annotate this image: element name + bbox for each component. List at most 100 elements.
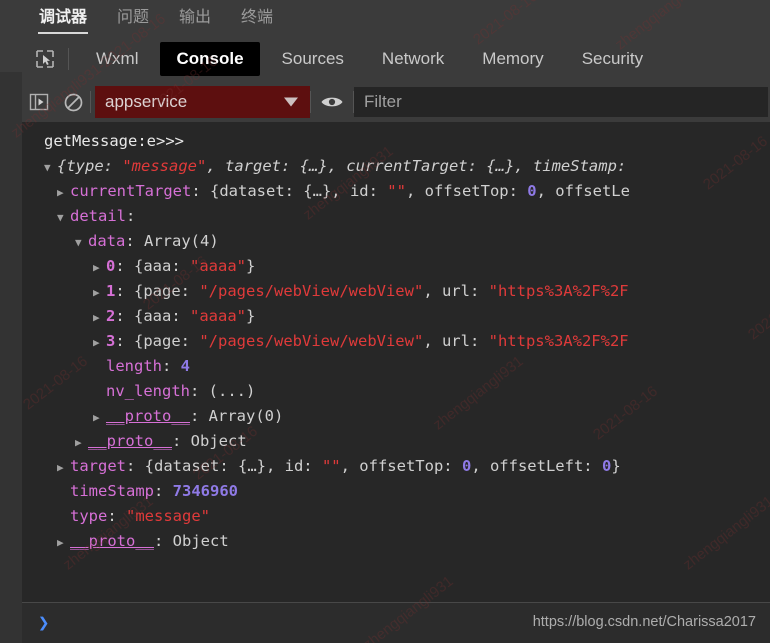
- token: "": [387, 182, 406, 200]
- tab-label: Sources: [282, 49, 344, 68]
- token: }: [246, 307, 255, 325]
- console-tree-line-proto-array[interactable]: ▶__proto__: Array(0): [22, 404, 770, 429]
- token: 7346960: [173, 482, 238, 500]
- tab-label: Security: [582, 49, 643, 68]
- console-tree-line-item-0[interactable]: ▶0: {aaa: "aaaa"}: [22, 254, 770, 279]
- token: : {page:: [115, 282, 199, 300]
- token: , offsetTop:: [406, 182, 527, 200]
- top-tab-output[interactable]: 输出: [164, 0, 226, 30]
- tab-label: Wxml: [96, 49, 138, 68]
- tab-security[interactable]: Security: [566, 42, 659, 76]
- eye-icon: [320, 94, 344, 110]
- token: :: [162, 357, 181, 375]
- left-gutter-prompt: [0, 602, 22, 643]
- token: "https%3A%2F%2F: [489, 282, 629, 300]
- token: , offsetTop:: [341, 457, 462, 475]
- filter-input[interactable]: [354, 87, 768, 117]
- token: "https%3A%2F%2F: [489, 332, 629, 350]
- console-prompt-input[interactable]: [59, 614, 770, 632]
- token: 0: [462, 457, 471, 475]
- console-output[interactable]: getMessage:e>>> ▼{type: "message", targe…: [22, 122, 770, 602]
- console-tree-line-content: 1: {page: "/pages/webView/webView", url:…: [106, 282, 629, 300]
- console-tree-line-content: __proto__: Array(0): [106, 407, 283, 425]
- console-tree-line-proto-detail[interactable]: ▶__proto__: Object: [22, 429, 770, 454]
- console-tree-line-item-3[interactable]: ▶3: {page: "/pages/webView/webView", url…: [22, 329, 770, 354]
- expand-triangle-closed-icon[interactable]: ▶: [93, 330, 106, 354]
- tab-wxml[interactable]: Wxml: [80, 42, 154, 76]
- console-tree-line-type[interactable]: type: "message": [22, 504, 770, 529]
- console-sidebar-icon[interactable]: [22, 82, 56, 122]
- tab-sources[interactable]: Sources: [266, 42, 360, 76]
- token: :: [154, 482, 173, 500]
- expand-triangle-open-icon[interactable]: ▼: [75, 230, 88, 254]
- console-message-header: getMessage:e>>>: [22, 129, 770, 154]
- console-tree-line-content: length: 4: [106, 357, 190, 375]
- token: "/pages/webView/webView": [199, 282, 423, 300]
- console-tree-line-item-1[interactable]: ▶1: {page: "/pages/webView/webView", url…: [22, 279, 770, 304]
- console-tree-line-target[interactable]: ▶target: {dataset: {…}, id: "", offsetTo…: [22, 454, 770, 479]
- console-tree-line-currentTarget[interactable]: ▶currentTarget: {dataset: {…}, id: "", o…: [22, 179, 770, 204]
- expand-triangle-closed-icon[interactable]: ▶: [75, 430, 88, 454]
- clear-console-icon[interactable]: [56, 82, 90, 122]
- token: , url:: [423, 332, 488, 350]
- expand-triangle-closed-icon[interactable]: ▶: [93, 405, 106, 429]
- sidebar-toggle-icon: [29, 93, 49, 111]
- expand-triangle-closed-icon[interactable]: ▶: [93, 255, 106, 279]
- top-tab-debugger[interactable]: 调试器: [24, 0, 102, 30]
- token: nv_length: [106, 382, 190, 400]
- token: : Array(0): [190, 407, 283, 425]
- token: detail: [70, 207, 126, 225]
- console-tree-line-root-preview[interactable]: ▼{type: "message", target: {…}, currentT…: [22, 154, 770, 179]
- token: 0: [602, 457, 611, 475]
- token: "": [322, 457, 341, 475]
- token: target: [70, 457, 126, 475]
- top-tab-problems[interactable]: 问题: [102, 0, 164, 30]
- console-tree-line-nv_length[interactable]: nv_length: (...): [22, 379, 770, 404]
- tab-network[interactable]: Network: [366, 42, 460, 76]
- expand-triangle-closed-icon[interactable]: ▶: [57, 530, 70, 554]
- token: __proto__: [88, 432, 172, 450]
- console-tree-line-content: target: {dataset: {…}, id: "", offsetTop…: [70, 457, 621, 475]
- console-tree-line-item-2[interactable]: ▶2: {aaa: "aaaa"}: [22, 304, 770, 329]
- token: , url:: [423, 282, 488, 300]
- context-selector[interactable]: appservice: [95, 86, 310, 118]
- console-tree-line-timeStamp[interactable]: timeStamp: 7346960: [22, 479, 770, 504]
- token: : {aaa:: [115, 257, 190, 275]
- console-tree-line-content: 3: {page: "/pages/webView/webView", url:…: [106, 332, 629, 350]
- tab-console[interactable]: Console: [160, 42, 259, 76]
- top-tab-terminal[interactable]: 终端: [226, 0, 288, 30]
- console-tree-line-data[interactable]: ▼data: Array(4): [22, 229, 770, 254]
- token: : Array(4): [125, 232, 218, 250]
- console-tree-line-detail[interactable]: ▼detail:: [22, 204, 770, 229]
- expand-triangle-closed-icon[interactable]: ▶: [57, 180, 70, 204]
- token: : Object: [154, 532, 229, 550]
- console-tree-line-content: timeStamp: 7346960: [70, 482, 238, 500]
- token: :: [126, 207, 135, 225]
- expand-triangle-open-icon[interactable]: ▼: [44, 155, 57, 179]
- console-tree-line-proto-root[interactable]: ▶__proto__: Object: [22, 529, 770, 554]
- token: , target: {…}, currentTarget: {…}, timeS…: [206, 157, 626, 175]
- live-expression-icon[interactable]: [311, 82, 353, 122]
- console-tree-line-content: data: Array(4): [88, 232, 219, 250]
- expand-triangle-open-icon[interactable]: ▼: [57, 205, 70, 229]
- token: __proto__: [106, 407, 190, 425]
- console-prompt-line[interactable]: ❯ https://blog.csdn.net/Charissa2017: [22, 602, 770, 643]
- no-entry-icon: [64, 93, 83, 112]
- console-tree-line-length[interactable]: length: 4: [22, 354, 770, 379]
- token: currentTarget: [70, 182, 191, 200]
- token: data: [88, 232, 125, 250]
- expand-triangle-closed-icon[interactable]: ▶: [57, 455, 70, 479]
- token: : Object: [172, 432, 247, 450]
- console-toolbar: appservice: [0, 82, 770, 122]
- console-tree-line-content: __proto__: Object: [70, 532, 229, 550]
- token: , offsetLeft:: [471, 457, 602, 475]
- inspect-element-icon[interactable]: [22, 36, 68, 82]
- token: type: [70, 507, 107, 525]
- token: 1: [106, 282, 115, 300]
- tab-memory[interactable]: Memory: [466, 42, 559, 76]
- expand-triangle-closed-icon[interactable]: ▶: [93, 305, 106, 329]
- inspect-cursor-icon: [34, 48, 56, 70]
- token: "message": [126, 507, 210, 525]
- console-tree-line-content: 2: {aaa: "aaaa"}: [106, 307, 255, 325]
- expand-triangle-closed-icon[interactable]: ▶: [93, 280, 106, 304]
